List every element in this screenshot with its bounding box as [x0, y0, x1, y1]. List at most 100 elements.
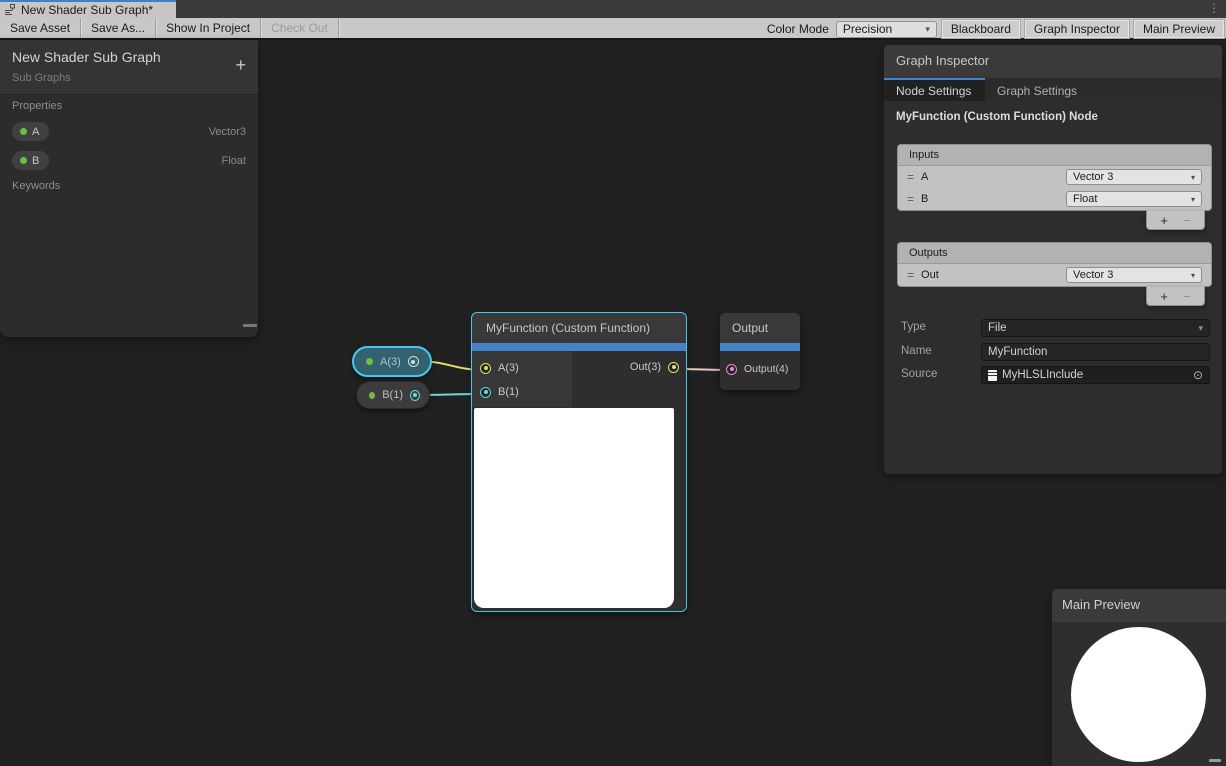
name-field[interactable]: MyFunction: [981, 343, 1210, 361]
blackboard-property-b-type: Float: [222, 155, 246, 167]
custom-function-node[interactable]: MyFunction (Custom Function) A(3) B(1) O…: [472, 313, 686, 611]
inputs-row-b[interactable]: = B Float ▾: [898, 188, 1211, 210]
save-asset-button[interactable]: Save Asset: [0, 18, 81, 38]
remove-input-button[interactable]: −: [1183, 213, 1191, 228]
property-node-a[interactable]: A(3): [352, 346, 432, 377]
type-field-label: Type: [901, 321, 926, 333]
object-picker-icon[interactable]: ⊙: [1193, 370, 1203, 380]
output-out-type-dropdown[interactable]: Vector 3 ▾: [1066, 267, 1202, 283]
tab-title: New Shader Sub Graph*: [21, 3, 153, 17]
toolbar-right-group: Color Mode Precision ▾ Blackboard Graph …: [767, 18, 1224, 40]
type-dropdown[interactable]: File ▾: [981, 319, 1210, 337]
node-preview-image: [474, 408, 674, 608]
check-out-button: Check Out: [261, 18, 339, 38]
custom-function-node-header[interactable]: MyFunction (Custom Function): [472, 313, 686, 343]
graph-inspector-panel: Graph Inspector Node Settings Graph Sett…: [884, 45, 1222, 474]
chevron-down-icon: ▾: [1198, 323, 1203, 334]
input-b-type-dropdown[interactable]: Float ▾: [1066, 191, 1202, 207]
source-field-label: Source: [901, 368, 937, 380]
function-output-port[interactable]: [668, 362, 679, 373]
output-node-title: Output: [732, 321, 768, 335]
blackboard-property-a[interactable]: A: [12, 122, 49, 141]
shader-graph-icon: [4, 4, 16, 16]
type-value: File: [988, 322, 1007, 334]
drag-handle-icon[interactable]: =: [907, 192, 913, 206]
source-object-field[interactable]: MyHLSLInclude ⊙: [981, 366, 1210, 384]
chevron-down-icon: ▾: [1191, 173, 1195, 182]
color-mode-value: Precision: [843, 22, 892, 36]
drag-handle-icon[interactable]: =: [907, 170, 913, 184]
source-value: MyHLSLInclude: [1002, 369, 1083, 381]
chevron-down-icon: ▾: [925, 24, 930, 35]
input-a-type-dropdown[interactable]: Vector 3 ▾: [1066, 169, 1202, 185]
exposed-dot-icon: [20, 157, 27, 164]
inputs-list: Inputs = A Vector 3 ▾ = B Float ▾: [897, 144, 1212, 211]
function-input-b-label: B(1): [498, 386, 519, 398]
blackboard-header[interactable]: New Shader Sub Graph Sub Graphs +: [0, 40, 258, 95]
preview-sphere[interactable]: [1071, 627, 1206, 762]
output-out-type-value: Vector 3: [1073, 269, 1113, 281]
function-input-a-label: A(3): [498, 362, 519, 374]
main-preview-header[interactable]: Main Preview: [1052, 589, 1226, 622]
function-input-a-row: A(3): [480, 362, 519, 374]
document-tab[interactable]: New Shader Sub Graph*: [0, 0, 176, 18]
drag-handle-icon[interactable]: =: [907, 268, 913, 282]
add-property-button[interactable]: +: [235, 56, 246, 74]
node-category-bar: [472, 343, 686, 351]
blackboard-property-b[interactable]: B: [12, 151, 49, 170]
properties-section-label: Properties: [12, 100, 62, 112]
show-in-project-button[interactable]: Show In Project: [156, 18, 261, 38]
outputs-list: Outputs = Out Vector 3 ▾: [897, 242, 1212, 287]
add-input-button[interactable]: +: [1160, 213, 1168, 228]
input-b-name: B: [921, 193, 1058, 205]
graph-inspector-toggle-button[interactable]: Graph Inspector: [1025, 20, 1129, 38]
blackboard-property-a-type: Vector3: [209, 126, 246, 138]
function-input-b-port[interactable]: [480, 387, 491, 398]
output-node-header[interactable]: Output: [720, 313, 800, 343]
property-node-b-port[interactable]: [410, 390, 420, 401]
inspector-title: Graph Inspector: [896, 53, 989, 68]
tab-graph-settings-label: Graph Settings: [997, 84, 1077, 98]
input-a-type-value: Vector 3: [1073, 171, 1113, 183]
output-node[interactable]: Output Output(4): [720, 313, 800, 390]
output-node-port[interactable]: [726, 364, 737, 375]
tab-graph-settings[interactable]: Graph Settings: [985, 80, 1089, 101]
inputs-list-footer: + −: [1146, 210, 1205, 230]
input-b-type-value: Float: [1073, 193, 1097, 205]
inspector-tab-row: Node Settings Graph Settings: [884, 80, 1222, 101]
property-node-b-label: B(1): [382, 389, 403, 401]
tab-node-settings[interactable]: Node Settings: [884, 80, 985, 101]
blackboard-property-a-name: A: [32, 126, 39, 138]
main-preview-panel: Main Preview: [1052, 589, 1226, 766]
chevron-down-icon: ▾: [1191, 195, 1195, 204]
color-mode-dropdown[interactable]: Precision ▾: [836, 21, 937, 38]
input-a-name: A: [921, 171, 1058, 183]
function-input-a-port[interactable]: [480, 363, 491, 374]
name-value: MyFunction: [988, 346, 1047, 358]
save-as-button[interactable]: Save As...: [81, 18, 156, 38]
inspector-node-title: MyFunction (Custom Function) Node: [896, 111, 1098, 123]
blackboard-subtitle: Sub Graphs: [12, 72, 71, 84]
tab-node-settings-label: Node Settings: [896, 84, 971, 98]
outputs-list-footer: + −: [1146, 286, 1205, 306]
color-mode-label: Color Mode: [767, 22, 831, 36]
window-menu-icon[interactable]: ⋮: [1208, 1, 1220, 15]
outputs-row-out[interactable]: = Out Vector 3 ▾: [898, 264, 1211, 286]
remove-output-button[interactable]: −: [1183, 289, 1191, 304]
property-node-a-port[interactable]: [408, 356, 419, 367]
exposed-dot-icon: [20, 128, 27, 135]
toolbar: Save Asset Save As... Show In Project Ch…: [0, 18, 1226, 40]
property-node-b[interactable]: B(1): [356, 381, 430, 409]
exposed-dot-icon: [366, 358, 373, 365]
active-tab-underline: [884, 78, 985, 80]
preview-resize-handle[interactable]: [1209, 759, 1221, 762]
blackboard-toggle-button[interactable]: Blackboard: [942, 20, 1020, 38]
blackboard-title: New Shader Sub Graph: [12, 49, 161, 65]
custom-function-node-title: MyFunction (Custom Function): [486, 321, 650, 335]
inputs-row-a[interactable]: = A Vector 3 ▾: [898, 166, 1211, 188]
main-preview-toggle-button[interactable]: Main Preview: [1134, 20, 1224, 38]
blackboard-property-b-name: B: [32, 155, 39, 167]
add-output-button[interactable]: +: [1160, 289, 1168, 304]
inspector-header[interactable]: Graph Inspector: [884, 45, 1222, 78]
blackboard-resize-handle[interactable]: [243, 324, 257, 327]
